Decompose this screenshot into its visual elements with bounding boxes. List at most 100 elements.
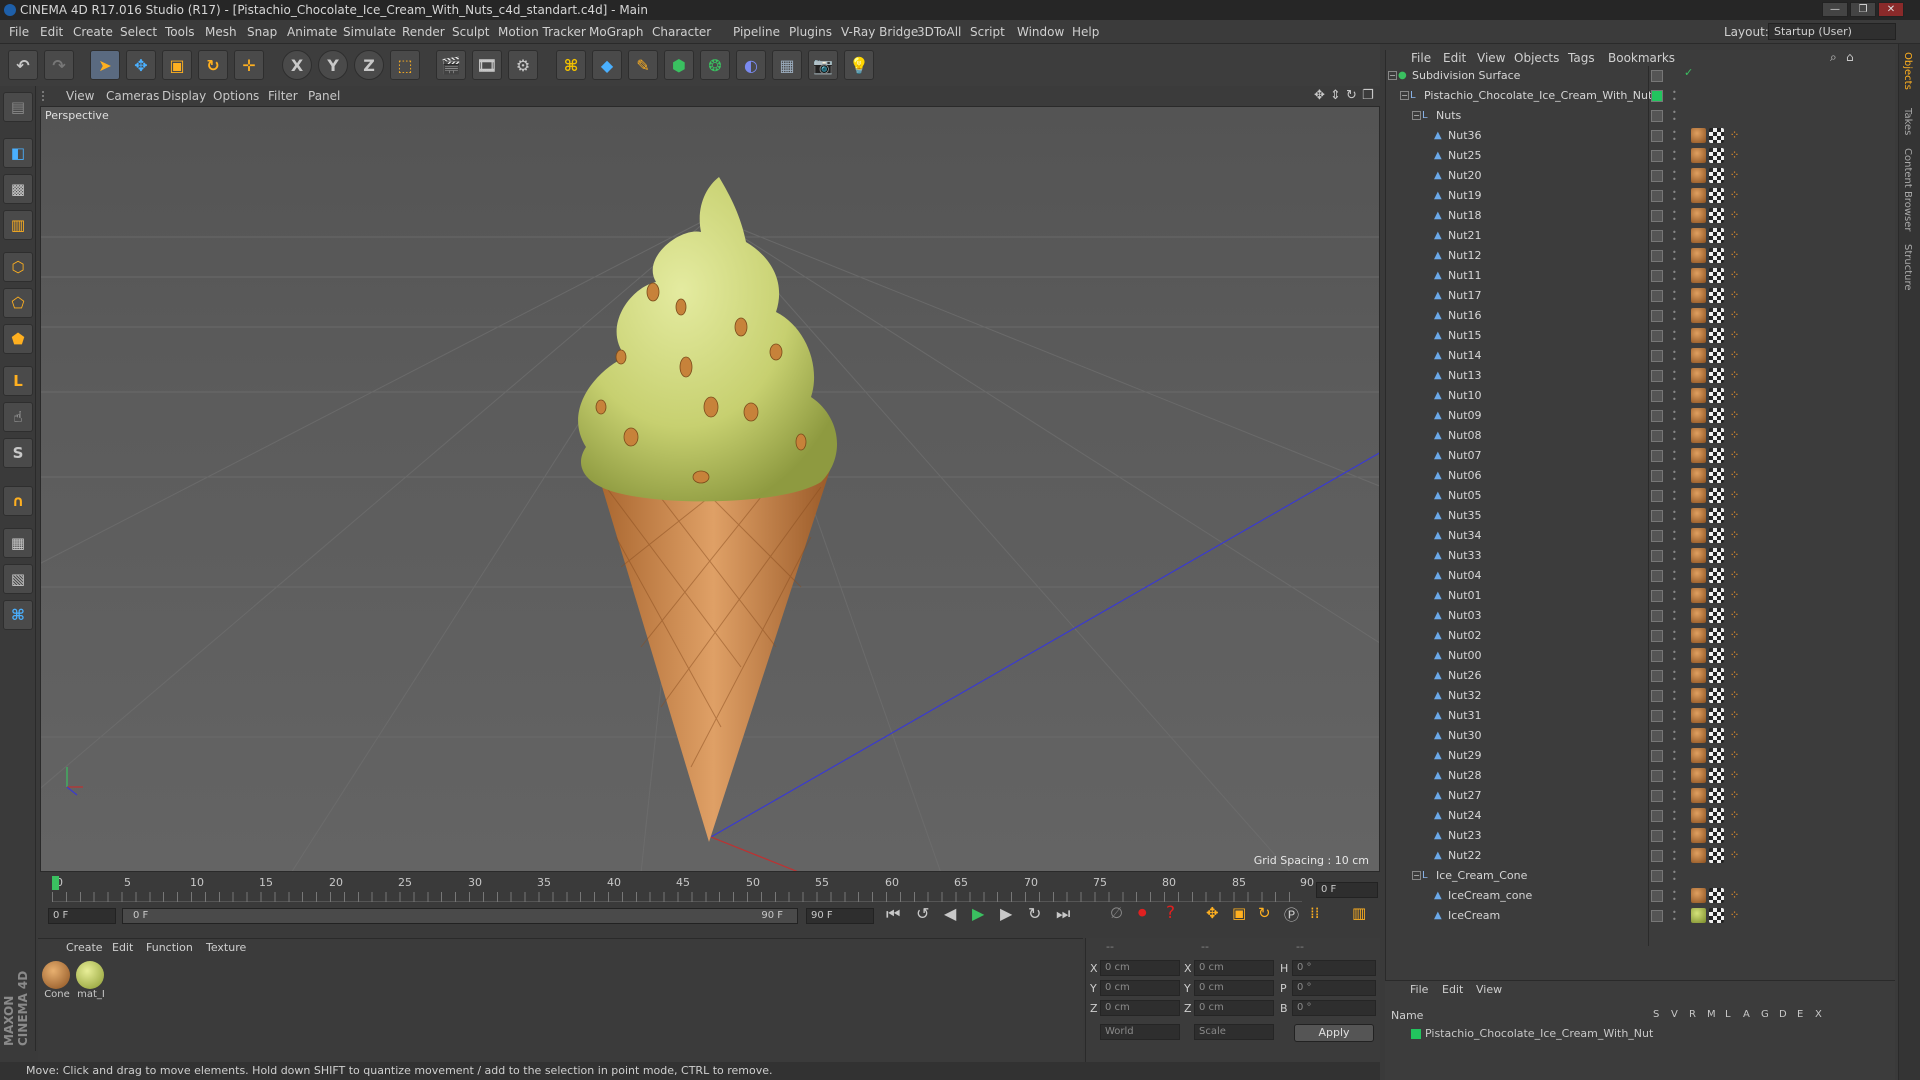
uvw-tag-icon[interactable] xyxy=(1709,588,1724,603)
visibility-dots-icon[interactable]: • • xyxy=(1672,629,1678,644)
uvw-tag-icon[interactable] xyxy=(1709,728,1724,743)
uvw-tag-icon[interactable] xyxy=(1709,428,1724,443)
object-menu-bookmarks[interactable]: Bookmarks xyxy=(1608,50,1675,66)
uvw-tag-icon[interactable] xyxy=(1709,328,1724,343)
uvw-tag-icon[interactable] xyxy=(1709,808,1724,823)
3d-viewport[interactable]: Perspective Grid Spacing : 10 cm xyxy=(40,106,1380,872)
material-tag-icon[interactable] xyxy=(1691,448,1706,463)
menu-mograph[interactable]: MoGraph xyxy=(589,20,644,44)
material-tag-icon[interactable] xyxy=(1691,308,1706,323)
visibility-dots-icon[interactable]: • • xyxy=(1672,869,1678,884)
material-tag-icon[interactable] xyxy=(1691,728,1706,743)
visibility-dots-icon[interactable]: • • xyxy=(1672,529,1678,544)
expand-toggle-icon[interactable]: − xyxy=(1388,71,1397,80)
motion-path-icon[interactable]: ∅ xyxy=(1110,904,1123,922)
object-row-nut10[interactable]: ▲ Nut10 • • ⁘ xyxy=(1386,386,1896,406)
menu-create[interactable]: Create xyxy=(73,20,113,44)
material-tag-icon[interactable] xyxy=(1691,168,1706,183)
start-frame-field[interactable]: 0 F xyxy=(48,908,116,924)
visibility-dots-icon[interactable]: • • xyxy=(1672,249,1678,264)
material-tag-icon[interactable] xyxy=(1691,388,1706,403)
camera-button[interactable]: 📷 xyxy=(808,50,838,80)
axis-y-button[interactable]: Y xyxy=(318,50,348,80)
size-y-field[interactable]: 0 cm xyxy=(1194,980,1274,996)
snap-icon[interactable]: S xyxy=(3,438,33,468)
previous-key-icon[interactable]: ↺ xyxy=(916,904,929,923)
layer-flag-icon[interactable] xyxy=(1651,190,1663,202)
visibility-dots-icon[interactable]: • • xyxy=(1672,769,1678,784)
next-frame-icon[interactable]: ▶ xyxy=(1000,904,1012,923)
object-row-nut36[interactable]: ▲ Nut36 • • ⁘ xyxy=(1386,126,1896,146)
expand-toggle-icon[interactable]: − xyxy=(1412,871,1421,880)
key-rotation-icon[interactable]: ↻ xyxy=(1258,904,1271,922)
material-menu-edit[interactable]: Edit xyxy=(112,941,133,954)
layer-menu-view[interactable]: View xyxy=(1476,983,1502,996)
object-row-nut31[interactable]: ▲ Nut31 • • ⁘ xyxy=(1386,706,1896,726)
end-frame-field[interactable]: 90 F xyxy=(806,908,874,924)
material-tag-icon[interactable] xyxy=(1691,828,1706,843)
layer-flag-icon[interactable] xyxy=(1651,90,1663,102)
visibility-dots-icon[interactable]: • • xyxy=(1672,329,1678,344)
object-menu-edit[interactable]: Edit xyxy=(1443,50,1466,66)
object-row-nut18[interactable]: ▲ Nut18 • • ⁘ xyxy=(1386,206,1896,226)
coordinate-space-select[interactable]: World xyxy=(1100,1024,1180,1040)
layer-flag-icon[interactable] xyxy=(1651,390,1663,402)
uvw-tag-icon[interactable] xyxy=(1709,248,1724,263)
visibility-dots-icon[interactable]: • • xyxy=(1672,109,1678,124)
visibility-dots-icon[interactable]: • • xyxy=(1672,889,1678,904)
uvw-tag-icon[interactable] xyxy=(1709,548,1724,563)
uvw-tag-icon[interactable] xyxy=(1709,748,1724,763)
viewport-menu-view[interactable]: View xyxy=(66,86,94,106)
menu-character[interactable]: Character xyxy=(652,20,711,44)
object-row-nut34[interactable]: ▲ Nut34 • • ⁘ xyxy=(1386,526,1896,546)
layout-select[interactable]: Startup (User) xyxy=(1768,23,1896,40)
cube-object-button[interactable]: ◆ xyxy=(592,50,622,80)
object-row-nut20[interactable]: ▲ Nut20 • • ⁘ xyxy=(1386,166,1896,186)
material-tag-icon[interactable] xyxy=(1691,708,1706,723)
layer-flag-icon[interactable] xyxy=(1651,750,1663,762)
visibility-dots-icon[interactable]: • • xyxy=(1672,369,1678,384)
material-tag-icon[interactable] xyxy=(1691,288,1706,303)
phong-tag-icon[interactable]: ⁘ xyxy=(1727,168,1742,183)
phong-tag-icon[interactable]: ⁘ xyxy=(1727,668,1742,683)
layer-flag-icon[interactable] xyxy=(1651,830,1663,842)
render-settings-button[interactable]: ⚙ xyxy=(508,50,538,80)
side-tab-takes[interactable]: Takes xyxy=(1902,108,1913,135)
layer-flag-icon[interactable] xyxy=(1651,290,1663,302)
uvw-tag-icon[interactable] xyxy=(1709,408,1724,423)
workplane-icon[interactable]: ▥ xyxy=(3,210,33,240)
phong-tag-icon[interactable]: ⁘ xyxy=(1727,828,1742,843)
material-tag-icon[interactable] xyxy=(1691,808,1706,823)
layer-flag-icon[interactable] xyxy=(1651,110,1663,122)
object-row-subdivision-surface[interactable]: − ● Subdivision Surface ✓ xyxy=(1386,66,1896,86)
size-z-field[interactable]: 0 cm xyxy=(1194,1000,1274,1016)
phong-tag-icon[interactable]: ⁘ xyxy=(1727,768,1742,783)
object-row-nut28[interactable]: ▲ Nut28 • • ⁘ xyxy=(1386,766,1896,786)
uvw-tag-icon[interactable] xyxy=(1709,308,1724,323)
viewport-menu-cameras[interactable]: Cameras xyxy=(106,86,159,106)
playhead[interactable] xyxy=(52,876,59,890)
material-tag-icon[interactable] xyxy=(1691,848,1706,863)
visibility-dots-icon[interactable]: • • xyxy=(1672,509,1678,524)
menu-help[interactable]: Help xyxy=(1072,20,1099,44)
object-row-nut24[interactable]: ▲ Nut24 • • ⁘ xyxy=(1386,806,1896,826)
layer-flag-icon[interactable] xyxy=(1651,850,1663,862)
apply-button[interactable]: Apply xyxy=(1294,1024,1374,1042)
layer-flag-icon[interactable] xyxy=(1651,670,1663,682)
object-menu-tags[interactable]: Tags xyxy=(1568,50,1595,66)
visibility-dots-icon[interactable]: • • xyxy=(1672,349,1678,364)
visibility-dots-icon[interactable]: • • xyxy=(1672,789,1678,804)
material-tag-icon[interactable] xyxy=(1691,588,1706,603)
rotation-p-field[interactable]: 0 ° xyxy=(1292,980,1376,996)
material-tag-icon[interactable] xyxy=(1691,348,1706,363)
object-row-nut22[interactable]: ▲ Nut22 • • ⁘ xyxy=(1386,846,1896,866)
uvw-tag-icon[interactable] xyxy=(1709,708,1724,723)
go-to-end-icon[interactable]: ⏭ xyxy=(1056,904,1070,924)
uvw-tag-icon[interactable] xyxy=(1709,608,1724,623)
viewport-menu-display[interactable]: Display xyxy=(162,86,206,106)
menu-vray-bridge[interactable]: V-Ray Bridge xyxy=(841,20,918,44)
coordinate-system-button[interactable]: ⬚ xyxy=(390,50,420,80)
workplane-lock-icon[interactable]: ▧ xyxy=(3,564,33,594)
material-tag-icon[interactable] xyxy=(1691,788,1706,803)
current-frame-field[interactable]: 0 F xyxy=(1316,882,1378,898)
